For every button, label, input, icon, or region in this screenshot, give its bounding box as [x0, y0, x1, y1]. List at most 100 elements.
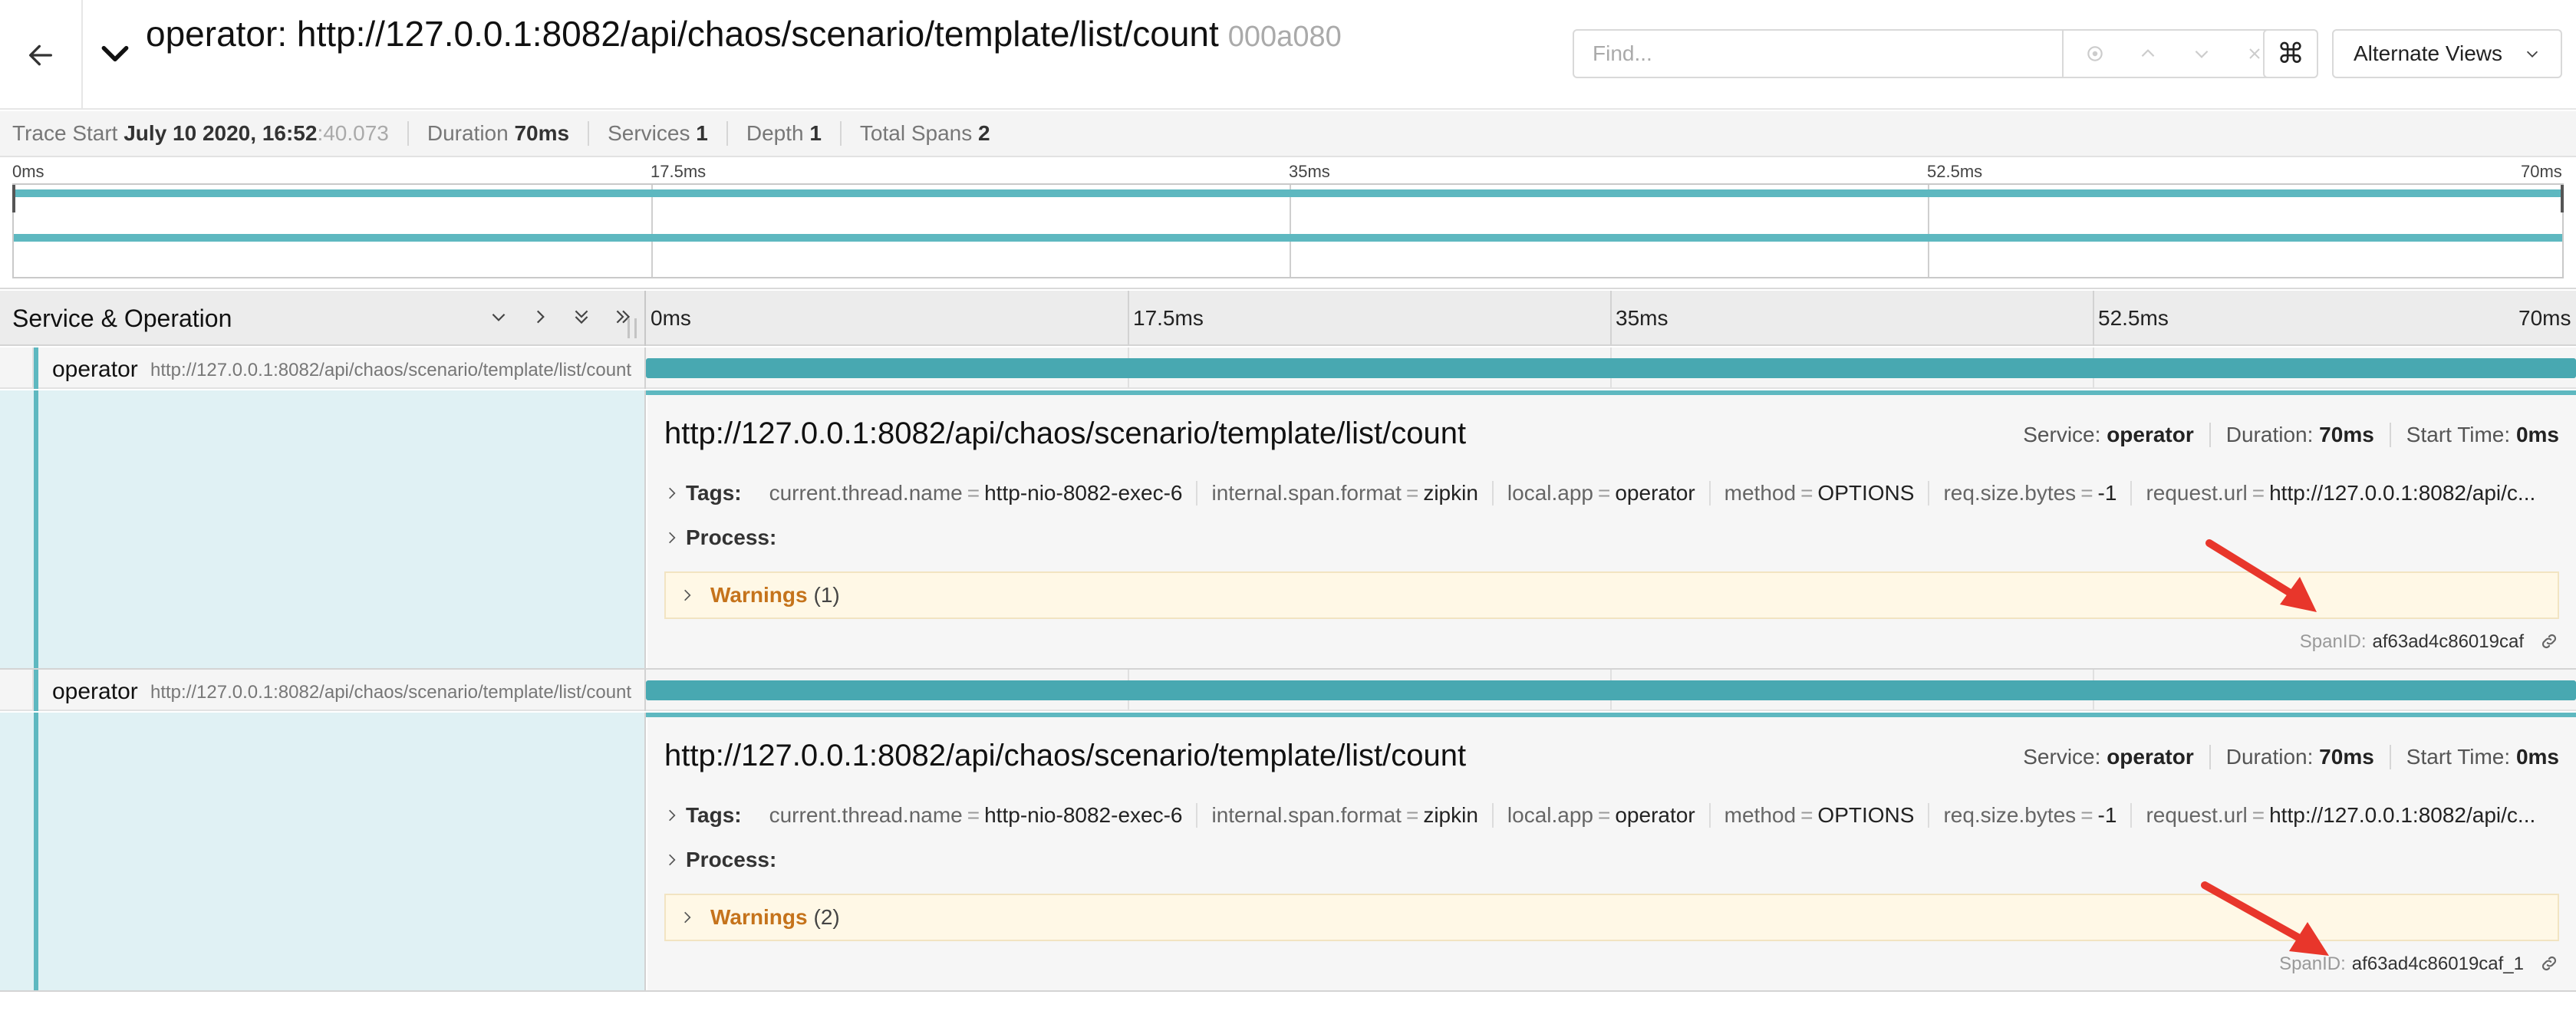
span-duration-value: 70ms: [2319, 423, 2374, 446]
span-tags-row[interactable]: Tags: current.thread.name = http-nio-8082-…: [664, 800, 2559, 831]
tag-item: request.url = http://127.0.0.1:8082/api/c.…: [2146, 803, 2536, 827]
trace-summary: Trace Start July 10 2020, 16:52:40.073 D…: [0, 111, 2576, 157]
chevron-right-icon: [664, 530, 686, 545]
minimap-tick: 0ms: [12, 162, 44, 181]
double-chevron-down-icon: [575, 310, 588, 324]
minimap-canvas[interactable]: [12, 183, 2564, 278]
trace-depth: Depth 1: [746, 121, 842, 146]
minimap-tick: 70ms: [2521, 162, 2562, 181]
span-warnings-toggle[interactable]: Warnings (2): [664, 894, 2559, 941]
timeline-header: Service & Operation 0ms 17.5ms 35ms 52.5…: [0, 291, 2576, 346]
warnings-label: Warnings: [710, 583, 808, 607]
expand-all-button[interactable]: [566, 301, 597, 332]
alternate-views-dropdown[interactable]: Alternate Views: [2332, 29, 2562, 78]
chevron-down-icon: [2195, 50, 2209, 58]
tree-expand-controls: [483, 301, 638, 332]
span-start-value: 0ms: [2515, 745, 2559, 769]
span-operation-name: http://127.0.0.1:8082/api/chaos/scenario…: [150, 682, 632, 703]
process-label: Process:: [686, 525, 777, 549]
span-service-name: operator: [52, 357, 138, 382]
minimap-tick: 17.5ms: [651, 162, 707, 181]
minimap-tick: 35ms: [1289, 162, 1330, 181]
service-operation-title: Service & Operation: [12, 305, 232, 332]
minimap-gridline: [1928, 185, 1929, 277]
tag-item: method = OPTIONS: [1711, 803, 1930, 828]
minimap-span-bar: [14, 189, 2562, 197]
tag-item: current.thread.name = http-nio-8082-exec-6: [756, 803, 1198, 828]
span-indent: [0, 347, 34, 389]
span-id-value: af63ad4c86019caf: [2372, 631, 2524, 652]
service-color-bar: [34, 670, 38, 711]
find-controls: [2062, 29, 2289, 78]
chevron-right-icon: [664, 486, 686, 501]
trace-start-ms: :40.073: [317, 121, 389, 145]
column-resize-handle[interactable]: [628, 318, 637, 338]
trace-minimap[interactable]: 0ms 17.5ms 35ms 52.5ms 70ms: [0, 159, 2576, 289]
trace-id: 000a080: [1227, 21, 1342, 53]
trace-duration: Duration 70ms: [427, 121, 590, 146]
span-process-toggle[interactable]: Process:: [664, 845, 776, 875]
span-indent: [0, 670, 34, 711]
chevron-down-icon: [2526, 51, 2538, 58]
trace-total-spans: Total Spans 2: [859, 121, 990, 145]
span-process-toggle[interactable]: Process:: [664, 522, 776, 553]
chevron-right-icon: [536, 310, 545, 324]
span-row[interactable]: operator http://127.0.0.1:8082/api/chaos…: [0, 670, 2576, 711]
chevron-right-icon: [680, 588, 710, 603]
minimap-left-handle[interactable]: [12, 185, 15, 212]
span-tags-row[interactable]: Tags: current.thread.name = http-nio-8082-…: [664, 478, 2559, 509]
minimap-gridline: [1290, 185, 1291, 277]
arrow-left-icon: [29, 44, 53, 65]
find-box: [1573, 29, 2064, 78]
chevron-down-icon: [492, 313, 506, 321]
span-id: SpanID: af63ad4c86019caf: [2300, 631, 2561, 653]
service-color-bar: [34, 347, 38, 389]
span-detail-body: http://127.0.0.1:8082/api/chaos/scenario…: [647, 717, 2576, 990]
span-detail-body: http://127.0.0.1:8082/api/chaos/scenario…: [647, 395, 2576, 668]
span-warnings-toggle[interactable]: Warnings (1): [664, 571, 2559, 619]
expand-one-level-button[interactable]: [483, 301, 514, 332]
span-service-name: operator: [52, 679, 138, 704]
previous-match-button[interactable]: [2130, 35, 2166, 72]
span-service-value: operator: [2107, 423, 2194, 446]
span-row[interactable]: operator http://127.0.0.1:8082/api/chaos…: [0, 347, 2576, 389]
span-detail-left-pane: [0, 390, 646, 668]
warnings-count: (2): [813, 905, 840, 929]
next-match-button[interactable]: [2183, 35, 2220, 72]
span-duration-value: 70ms: [2319, 745, 2374, 769]
tag-item: request.url = http://127.0.0.1:8082/api/c.…: [2146, 481, 2536, 505]
span-id-value: af63ad4c86019caf_1: [2351, 953, 2524, 974]
chevron-right-icon: [680, 910, 710, 925]
tag-item: local.app = operator: [1494, 803, 1711, 828]
find-input[interactable]: [1574, 31, 2062, 77]
minimap-gridline: [651, 185, 653, 277]
timeline-tick: 35ms: [1616, 306, 1668, 330]
span-service-value: operator: [2107, 745, 2194, 769]
tags-label: Tags:: [686, 481, 742, 505]
trace-start-value: July 10 2020, 16:52: [124, 121, 318, 145]
tag-item: internal.span.format = zipkin: [1197, 481, 1494, 506]
chevron-up-icon: [2141, 49, 2155, 58]
tag-item: req.size.bytes = -1: [1929, 481, 2133, 506]
trace-start: Trace Start July 10 2020, 16:52:40.073: [12, 121, 409, 146]
collapse-header-button[interactable]: [95, 34, 135, 74]
span-duration-bar[interactable]: [646, 680, 2576, 700]
span-start-value: 0ms: [2515, 423, 2559, 446]
alternate-views-label: Alternate Views: [2354, 41, 2503, 65]
tag-item: current.thread.name = http-nio-8082-exec-6: [756, 481, 1198, 506]
span-detail-title: http://127.0.0.1:8082/api/chaos/scenario…: [664, 417, 1467, 450]
column-divider: [644, 291, 646, 346]
back-button[interactable]: [0, 0, 83, 110]
link-icon[interactable]: [2539, 631, 2561, 653]
span-id: SpanID: af63ad4c86019caf_1: [2279, 953, 2561, 975]
locate-match-button[interactable]: [2077, 35, 2113, 72]
minimap-right-handle[interactable]: [2561, 185, 2564, 212]
keyboard-shortcuts-button[interactable]: ⌘: [2263, 29, 2318, 78]
collapse-one-level-button[interactable]: [525, 301, 555, 332]
span-detail: http://127.0.0.1:8082/api/chaos/scenario…: [0, 390, 2576, 670]
timeline-gridline: [1128, 291, 1129, 346]
trace-services: Services 1: [608, 121, 728, 146]
span-detail-meta: Service: operator Duration: 70ms Start T…: [2008, 423, 2559, 447]
link-icon[interactable]: [2539, 953, 2561, 975]
span-duration-bar[interactable]: [646, 358, 2576, 378]
